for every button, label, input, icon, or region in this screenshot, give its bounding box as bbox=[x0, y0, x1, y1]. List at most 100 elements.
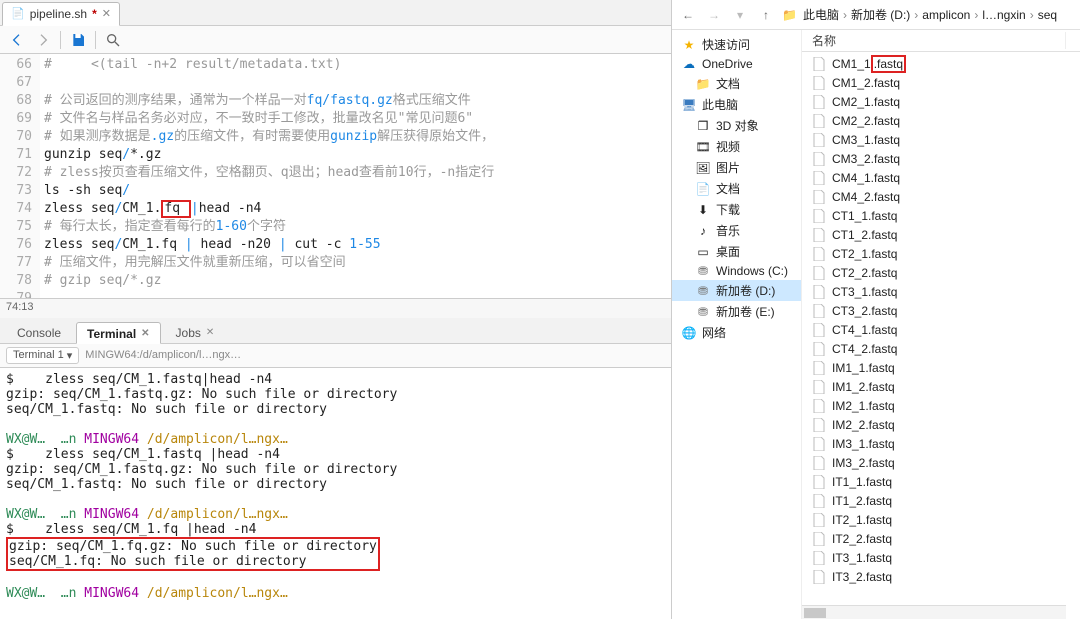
nav-up-button[interactable]: ↑ bbox=[756, 5, 776, 25]
file-row[interactable]: IM3_1.fastq bbox=[802, 434, 1080, 453]
code-editor[interactable]: 6667686970717273747576777879808182 # <(t… bbox=[0, 54, 671, 298]
file-icon bbox=[812, 209, 826, 223]
tree-item[interactable]: 🎞视频 bbox=[672, 136, 801, 157]
tree-item[interactable]: 📁文档 bbox=[672, 73, 801, 94]
editor-tab-pipeline[interactable]: 📄 pipeline.sh* ✕ bbox=[2, 2, 120, 26]
tree-item[interactable]: ❒3D 对象 bbox=[672, 115, 801, 136]
cursor-position: 74:13 bbox=[0, 298, 671, 318]
file-row[interactable]: IM1_1.fastq bbox=[802, 358, 1080, 377]
file-row[interactable]: CM2_1.fastq bbox=[802, 92, 1080, 111]
tree-item[interactable]: ⛃新加卷 (D:) bbox=[672, 280, 801, 301]
tree-item[interactable]: 🖥此电脑 bbox=[672, 94, 801, 115]
file-list-pane: 名称 CM1_1.fastqCM1_2.fastqCM2_1.fastqCM2_… bbox=[802, 30, 1080, 619]
file-row[interactable]: IM3_2.fastq bbox=[802, 453, 1080, 472]
video-icon: 🎞 bbox=[696, 140, 710, 154]
scrollbar-thumb[interactable] bbox=[804, 608, 826, 618]
tree-item[interactable]: ⛃新加卷 (E:) bbox=[672, 301, 801, 322]
close-icon[interactable]: ✕ bbox=[141, 328, 149, 339]
code-area[interactable]: # <(tail -n+2 result/metadata.txt)# 公司返回… bbox=[40, 54, 671, 298]
tree-item[interactable]: 🖼图片 bbox=[672, 157, 801, 178]
nav-back-button[interactable]: ← bbox=[678, 5, 698, 25]
terminal[interactable]: $ zless seq/CM_1.fastq|head -n4gzip: seq… bbox=[0, 368, 671, 619]
find-button[interactable] bbox=[102, 29, 124, 51]
file-icon bbox=[812, 133, 826, 147]
image-icon: 🖼 bbox=[696, 161, 710, 175]
file-row[interactable]: IT1_1.fastq bbox=[802, 472, 1080, 491]
file-row[interactable]: CM2_2.fastq bbox=[802, 111, 1080, 130]
doc-icon: 📄 bbox=[696, 182, 710, 196]
crumb-item[interactable]: seq bbox=[1038, 8, 1057, 22]
cube-icon: ❒ bbox=[696, 119, 710, 133]
horizontal-scrollbar[interactable] bbox=[802, 605, 1066, 619]
file-row[interactable]: CM3_1.fastq bbox=[802, 130, 1080, 149]
file-icon bbox=[812, 57, 826, 71]
file-row[interactable]: CT3_1.fastq bbox=[802, 282, 1080, 301]
editor-tab-label: pipeline.sh bbox=[30, 7, 87, 21]
tree-item[interactable]: ⛃Windows (C:) bbox=[672, 262, 801, 280]
file-row[interactable]: CM4_2.fastq bbox=[802, 187, 1080, 206]
tree-item[interactable]: ▭桌面 bbox=[672, 241, 801, 262]
file-row[interactable]: IT2_1.fastq bbox=[802, 510, 1080, 529]
crumb-item[interactable]: l…ngxin bbox=[982, 8, 1025, 22]
tree-item[interactable]: ⬇下载 bbox=[672, 199, 801, 220]
file-row[interactable]: IT3_2.fastq bbox=[802, 567, 1080, 586]
tab-console[interactable]: Console bbox=[6, 321, 72, 343]
forward-button[interactable] bbox=[32, 29, 54, 51]
file-icon bbox=[812, 190, 826, 204]
folder-tree[interactable]: ★快速访问☁OneDrive📁文档🖥此电脑❒3D 对象🎞视频🖼图片📄文档⬇下载♪… bbox=[672, 30, 802, 619]
file-icon bbox=[812, 76, 826, 90]
file-icon bbox=[812, 475, 826, 489]
tab-terminal[interactable]: Terminal✕ bbox=[76, 322, 161, 344]
file-icon bbox=[812, 418, 826, 432]
file-row[interactable]: IM2_1.fastq bbox=[802, 396, 1080, 415]
tree-item[interactable]: 📄文档 bbox=[672, 178, 801, 199]
column-headers[interactable]: 名称 bbox=[802, 30, 1080, 52]
tree-item[interactable]: ♪音乐 bbox=[672, 220, 801, 241]
nav-recent-button[interactable]: ▾ bbox=[730, 5, 750, 25]
file-row[interactable]: CM4_1.fastq bbox=[802, 168, 1080, 187]
close-icon[interactable]: ✕ bbox=[206, 327, 214, 338]
close-icon[interactable]: ✕ bbox=[102, 7, 111, 20]
file-explorer: ← → ▾ ↑ 📁 此电脑›新加卷 (D:)›amplicon›l…ngxin›… bbox=[672, 0, 1080, 619]
tab-jobs[interactable]: Jobs✕ bbox=[165, 321, 226, 343]
file-icon bbox=[812, 399, 826, 413]
terminal-selector[interactable]: Terminal 1 ▾ bbox=[6, 347, 79, 364]
dirty-indicator: * bbox=[92, 7, 97, 21]
file-row[interactable]: IT1_2.fastq bbox=[802, 491, 1080, 510]
file-row[interactable]: IM2_2.fastq bbox=[802, 415, 1080, 434]
file-row[interactable]: CM3_2.fastq bbox=[802, 149, 1080, 168]
breadcrumb[interactable]: 此电脑›新加卷 (D:)›amplicon›l…ngxin›seq bbox=[803, 6, 1074, 23]
file-row[interactable]: CT4_2.fastq bbox=[802, 339, 1080, 358]
file-row[interactable]: CT1_2.fastq bbox=[802, 225, 1080, 244]
file-row[interactable]: CT2_1.fastq bbox=[802, 244, 1080, 263]
file-row[interactable]: IT3_1.fastq bbox=[802, 548, 1080, 567]
back-button[interactable] bbox=[6, 29, 28, 51]
file-row[interactable]: IT2_2.fastq bbox=[802, 529, 1080, 548]
file-row[interactable]: CT4_1.fastq bbox=[802, 320, 1080, 339]
file-icon bbox=[812, 570, 826, 584]
tree-item[interactable]: ☁OneDrive bbox=[672, 55, 801, 73]
file-icon bbox=[812, 247, 826, 261]
file-row[interactable]: CM1_1.fastq bbox=[802, 54, 1080, 73]
tree-item[interactable]: ★快速访问 bbox=[672, 34, 801, 55]
crumb-item[interactable]: 新加卷 (D:) bbox=[851, 6, 910, 23]
file-icon bbox=[812, 361, 826, 375]
file-icon bbox=[812, 513, 826, 527]
column-name[interactable]: 名称 bbox=[802, 32, 1066, 49]
file-row[interactable]: CT1_1.fastq bbox=[802, 206, 1080, 225]
file-row[interactable]: IM1_2.fastq bbox=[802, 377, 1080, 396]
drive-icon: ⛃ bbox=[696, 264, 710, 278]
crumb-item[interactable]: amplicon bbox=[922, 8, 970, 22]
terminal-path-hint: MINGW64:/d/amplicon/l…ngx… bbox=[85, 349, 241, 361]
file-list[interactable]: CM1_1.fastqCM1_2.fastqCM2_1.fastqCM2_2.f… bbox=[802, 52, 1080, 619]
file-row[interactable]: CT2_2.fastq bbox=[802, 263, 1080, 282]
file-row[interactable]: CM1_2.fastq bbox=[802, 73, 1080, 92]
file-row[interactable]: CT3_2.fastq bbox=[802, 301, 1080, 320]
line-gutter: 6667686970717273747576777879808182 bbox=[0, 54, 40, 298]
star-icon: ★ bbox=[682, 38, 696, 52]
nav-forward-button[interactable]: → bbox=[704, 5, 724, 25]
file-icon bbox=[812, 532, 826, 546]
save-button[interactable] bbox=[67, 29, 89, 51]
tree-item[interactable]: 🌐网络 bbox=[672, 322, 801, 343]
crumb-item[interactable]: 此电脑 bbox=[803, 6, 839, 23]
